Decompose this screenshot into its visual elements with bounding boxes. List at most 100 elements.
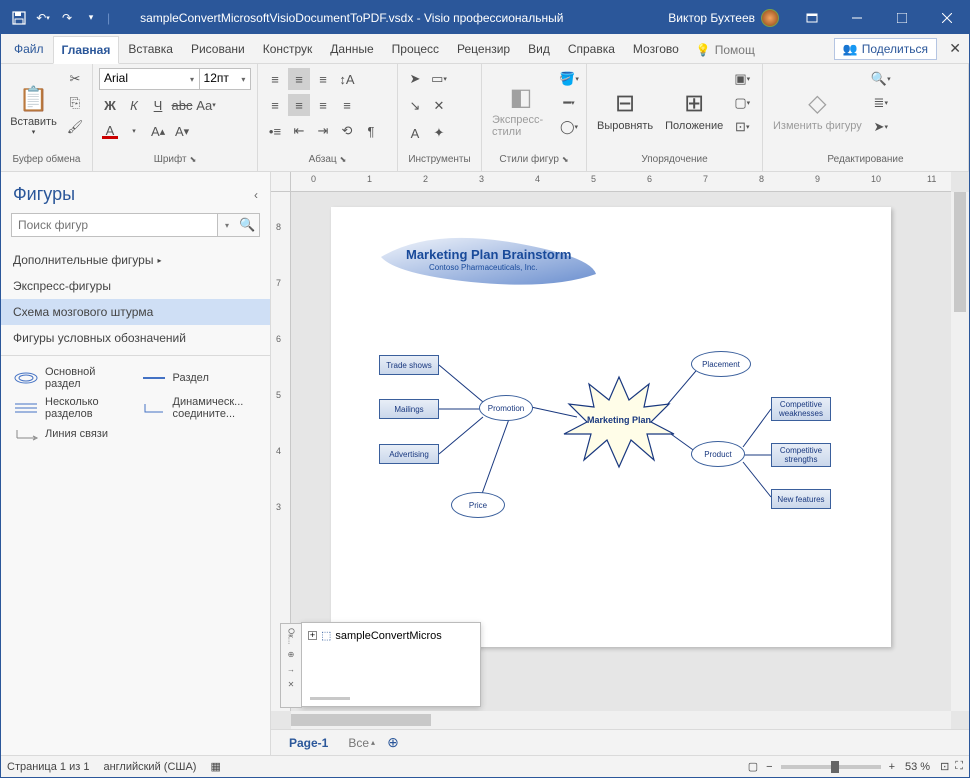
- stencil-main-topic[interactable]: Основной раздел: [13, 366, 131, 390]
- group-icon[interactable]: ⊡▾: [731, 116, 753, 138]
- align-left-icon[interactable]: ≡: [264, 94, 286, 116]
- close-mini-icon[interactable]: ✕: [288, 680, 295, 689]
- connector-tool-icon[interactable]: ↘: [404, 95, 426, 117]
- ruler-horizontal[interactable]: 01234567891011: [291, 172, 951, 192]
- tellme-search[interactable]: 💡 Помощ: [688, 37, 763, 63]
- dock-icon[interactable]: →: [287, 665, 295, 674]
- redo-icon[interactable]: ↷: [57, 8, 77, 28]
- zoom-out-icon[interactable]: −: [766, 761, 772, 773]
- collapse-panel-icon[interactable]: ‹: [254, 188, 258, 202]
- font-color-icon[interactable]: A: [99, 120, 121, 142]
- node-comp-str[interactable]: Competitive strengths: [771, 443, 831, 467]
- decrease-indent-icon[interactable]: ⇤: [288, 120, 310, 142]
- user-account[interactable]: Виктор Бухтеев: [658, 9, 789, 27]
- tab-review[interactable]: Рецензир: [448, 35, 519, 63]
- paragraph-spacing-icon[interactable]: ¶: [360, 120, 382, 142]
- font-size-input[interactable]: 12пт: [199, 69, 237, 89]
- format-painter-icon[interactable]: 🖌: [64, 116, 86, 138]
- status-page[interactable]: Страница 1 из 1: [7, 761, 89, 773]
- node-advertising[interactable]: Advertising: [379, 444, 439, 464]
- change-shape-button[interactable]: ◇ Изменить фигуру: [769, 68, 866, 152]
- strikethrough-icon[interactable]: abc: [171, 94, 193, 116]
- zoom-slider[interactable]: [781, 765, 881, 769]
- save-icon[interactable]: [9, 8, 29, 28]
- text-direction-icon[interactable]: ↕A: [336, 68, 358, 90]
- tab-view[interactable]: Вид: [519, 35, 559, 63]
- tab-help[interactable]: Справка: [559, 35, 624, 63]
- qat-customize-icon[interactable]: ▾: [81, 8, 101, 28]
- rotate-text-icon[interactable]: ⟲: [336, 120, 358, 142]
- undo-icon[interactable]: ↶▾: [33, 8, 53, 28]
- node-mailings[interactable]: Mailings: [379, 399, 439, 419]
- align-right-icon[interactable]: ≡: [312, 94, 334, 116]
- zoom-level[interactable]: 53 %: [905, 761, 930, 773]
- node-placement[interactable]: Placement: [691, 351, 751, 377]
- align-justify-icon[interactable]: ≡: [336, 94, 358, 116]
- italic-icon[interactable]: К: [123, 94, 145, 116]
- send-back-icon[interactable]: ▢▾: [731, 92, 753, 114]
- page-tab-1[interactable]: Page-1: [281, 732, 336, 754]
- ribbon-display-icon[interactable]: [789, 1, 834, 34]
- tab-brainstorm[interactable]: Мозгово: [624, 35, 688, 63]
- close-button[interactable]: [924, 1, 969, 34]
- align-button[interactable]: ⊟ Выровнять: [593, 68, 657, 152]
- macro-icon[interactable]: ▦: [210, 760, 220, 773]
- tab-insert[interactable]: Вставка: [119, 35, 182, 63]
- collapse-ribbon-icon[interactable]: ✕: [949, 40, 961, 57]
- increase-indent-icon[interactable]: ⇥: [312, 120, 334, 142]
- maximize-button[interactable]: [879, 1, 924, 34]
- express-styles-button[interactable]: ◧ Экспресс-стили: [488, 68, 554, 152]
- search-button[interactable]: 🔍: [236, 213, 260, 237]
- line-icon[interactable]: ━▾: [558, 92, 580, 114]
- fit-page-icon[interactable]: ⊡: [940, 760, 949, 773]
- bullets-icon[interactable]: •≡: [264, 120, 286, 142]
- copy-icon[interactable]: ⎘: [64, 92, 86, 114]
- stencil-assoc-line[interactable]: Линия связи: [13, 426, 131, 442]
- share-button[interactable]: 👥 Поделиться: [834, 38, 937, 60]
- tree-expand-icon[interactable]: +: [308, 631, 317, 640]
- all-pages-button[interactable]: Все▴: [348, 736, 375, 750]
- miniwin-scroll[interactable]: [310, 697, 350, 700]
- fullscreen-icon[interactable]: ⛶: [955, 760, 963, 773]
- font-name-dropdown-icon[interactable]: ▾: [185, 69, 198, 89]
- node-promotion[interactable]: Promotion: [479, 395, 533, 421]
- grow-font-icon[interactable]: A▴: [147, 120, 169, 142]
- cut-icon[interactable]: ✂: [64, 68, 86, 90]
- effects-icon[interactable]: ◯▾: [558, 116, 580, 138]
- scrollbar-horizontal[interactable]: [291, 711, 951, 729]
- minimize-button[interactable]: [834, 1, 879, 34]
- add-page-button[interactable]: ⊕: [387, 734, 399, 751]
- node-comp-weak[interactable]: Competitive weaknesses: [771, 397, 831, 421]
- cat-legend[interactable]: Фигуры условных обозначений: [1, 325, 270, 351]
- stencil-dynamic-connector[interactable]: Динамическ... соедините...: [141, 396, 259, 420]
- page-canvas[interactable]: Marketing Plan Brainstorm Contoso Pharma…: [331, 207, 891, 647]
- presentation-mode-icon[interactable]: ▢: [748, 760, 758, 773]
- shapes-search-input[interactable]: [11, 213, 218, 237]
- text-tool-icon[interactable]: A: [404, 122, 426, 144]
- pin-icon[interactable]: ⊕: [288, 650, 295, 659]
- font-name-input[interactable]: Arial: [100, 69, 185, 89]
- tab-process[interactable]: Процесс: [383, 35, 448, 63]
- cat-quick-shapes[interactable]: Экспресс-фигуры: [1, 273, 270, 299]
- layers-icon[interactable]: ≣▾: [870, 92, 892, 114]
- shrink-font-icon[interactable]: A▾: [171, 120, 193, 142]
- stencil-multi-topic[interactable]: Несколько разделов: [13, 396, 131, 420]
- font-size-dropdown-icon[interactable]: ▾: [237, 69, 250, 89]
- underline-icon[interactable]: Ч: [147, 94, 169, 116]
- fill-icon[interactable]: 🪣▾: [558, 68, 580, 90]
- connection-point-icon[interactable]: ✦: [428, 122, 450, 144]
- find-icon[interactable]: 🔍▾: [870, 68, 892, 90]
- select-icon[interactable]: ➤▾: [870, 116, 892, 138]
- close-tool-icon[interactable]: ✕: [428, 95, 450, 117]
- align-top-icon[interactable]: ≡: [264, 68, 286, 90]
- node-trade-shows[interactable]: Trade shows: [379, 355, 439, 375]
- scrollbar-vertical[interactable]: [951, 192, 969, 711]
- cat-brainstorm[interactable]: Схема мозгового штурма: [1, 299, 270, 325]
- bring-front-icon[interactable]: ▣▾: [731, 68, 753, 90]
- rectangle-icon[interactable]: ▭▾: [428, 68, 450, 90]
- drawing-explorer-window[interactable]: Ок... ⊕ → ✕ + ⬚ sampleConvertMicros: [301, 622, 481, 707]
- zoom-in-icon[interactable]: +: [889, 761, 895, 773]
- tab-draw[interactable]: Рисовани: [182, 35, 254, 63]
- tab-data[interactable]: Данные: [321, 35, 382, 63]
- stencil-topic[interactable]: Раздел: [141, 366, 259, 390]
